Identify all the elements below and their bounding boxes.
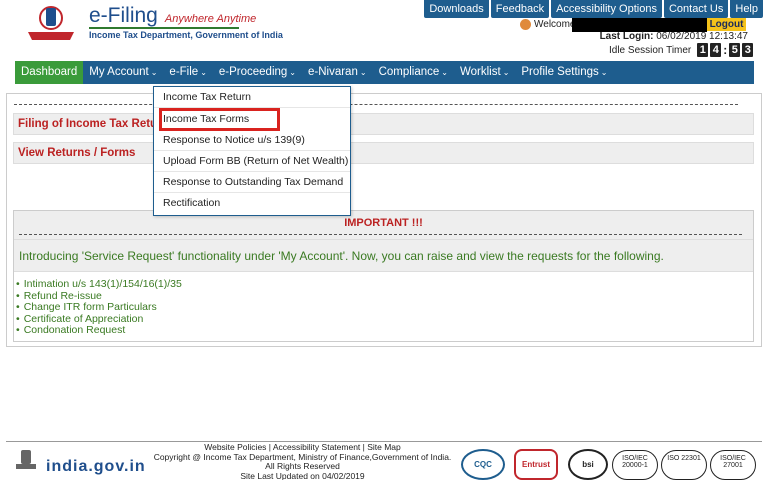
nav-worklist[interactable]: Worklist ⌄ — [454, 61, 515, 84]
section-filing-itr[interactable]: Filing of Income Tax Return — [13, 113, 754, 135]
top-nav: Downloads Feedback Accessibility Options… — [424, 0, 763, 18]
page-header: e-Filing Anywhere Anytime Income Tax Dep… — [0, 0, 768, 58]
nav-compliance[interactable]: Compliance ⌄ — [373, 61, 454, 84]
welcome-area: Welcome — [520, 19, 576, 30]
nav-my-account[interactable]: My Account ⌄ — [83, 61, 163, 84]
iso-22301-certification-icon: ISO 22301 — [661, 450, 707, 480]
idle-digit: 4 — [710, 43, 722, 57]
user-icon — [520, 19, 531, 30]
idle-session-timer: Idle Session Timer 1 4 : 5 3 — [609, 43, 754, 57]
footer-logo-text: india.gov.in — [46, 458, 146, 475]
main-nav: Dashboard My Account ⌄ e-File ⌄ e-Proceedi… — [15, 61, 754, 84]
brand-subtitle: Income Tax Department, Government of Ind… — [89, 30, 283, 40]
topnav-accessibility-options[interactable]: Accessibility Options — [551, 0, 662, 18]
nav-dashboard[interactable]: Dashboard — [15, 61, 84, 84]
list-item: Change ITR form Particulars — [16, 301, 182, 314]
idle-timer-label: Idle Session Timer — [609, 44, 692, 56]
cqc-certification-icon: CQC — [461, 449, 505, 480]
content-divider — [14, 104, 738, 105]
last-login-value: 06/02/2019 12:13:47 — [656, 31, 748, 42]
brand-block: e-Filing Anywhere Anytime — [89, 4, 256, 28]
chevron-down-icon: ⌄ — [150, 68, 158, 77]
brand-tagline: Anywhere Anytime — [164, 13, 257, 25]
important-notice: IMPORTANT !!! Introducing 'Service Reque… — [13, 210, 754, 342]
welcome-label: Welcome — [534, 19, 576, 30]
topnav-feedback[interactable]: Feedback — [490, 0, 550, 18]
idle-digit: 5 — [729, 43, 741, 57]
nav-profile-settings[interactable]: Profile Settings ⌄ — [515, 61, 613, 84]
brand-divider — [89, 27, 239, 29]
service-request-list: Intimation u/s 143(1)/154/16(1)/35 Refun… — [16, 278, 182, 337]
nav-dashboard-label: Dashboard — [21, 66, 78, 78]
nav-profile-settings-label: Profile Settings — [521, 66, 599, 78]
nav-e-proceeding-label: e-Proceeding — [218, 66, 288, 78]
last-login-label: Last Login: — [599, 31, 654, 42]
logout-button[interactable]: Logout — [707, 18, 746, 31]
footer-text: Website Policies | Accessibility Stateme… — [150, 442, 455, 480]
entrust-certification-icon: Entrust — [514, 449, 558, 480]
dropdown-item-income-tax-forms[interactable]: Income Tax Forms — [159, 108, 280, 131]
redacted-username — [572, 18, 707, 32]
last-login: Last Login: 06/02/2019 12:13:47 — [600, 31, 748, 42]
chevron-down-icon: ⌄ — [441, 68, 448, 77]
income-tax-emblem-icon — [28, 6, 74, 40]
dropdown-item-upload-form-bb[interactable]: Upload Form BB (Return of Net Wealth) — [154, 151, 350, 172]
chevron-down-icon: ⌄ — [600, 68, 608, 77]
dropdown-item-rectification[interactable]: Rectification — [154, 193, 350, 214]
iso-27001-certification-icon: ISO/IEC 27001 — [710, 450, 756, 480]
national-emblem-icon — [16, 450, 36, 469]
topnav-help[interactable]: Help — [730, 0, 763, 18]
iso-20000-certification-icon: ISO/IEC 20000-1 — [612, 450, 658, 480]
idle-digit: 3 — [742, 43, 754, 57]
nav-compliance-label: Compliance — [378, 66, 440, 78]
idle-colon: : — [723, 43, 728, 57]
nav-e-nivaran[interactable]: e-Nivaran ⌄ — [302, 61, 373, 84]
nav-e-proceeding[interactable]: e-Proceeding ⌄ — [213, 61, 302, 84]
list-item: Condonation Request — [16, 324, 182, 337]
topnav-contact-us[interactable]: Contact Us — [663, 0, 729, 18]
list-item: Intimation u/s 143(1)/154/16(1)/35 — [16, 278, 182, 291]
nav-e-file[interactable]: e-File ⌄ — [163, 61, 212, 84]
nav-e-file-label: e-File — [169, 66, 199, 78]
bsi-certification-icon: bsi — [568, 449, 608, 480]
chevron-down-icon: ⌄ — [200, 68, 207, 77]
chevron-down-icon: ⌄ — [359, 68, 367, 77]
footer-updated: Site Last Updated on 04/02/2019 — [240, 470, 365, 480]
dropdown-item-response-notice[interactable]: Response to Notice u/s 139(9) — [154, 130, 350, 151]
chevron-down-icon: ⌄ — [502, 68, 510, 77]
topnav-downloads[interactable]: Downloads — [424, 0, 489, 18]
dropdown-item-income-tax-return[interactable]: Income Tax Return — [154, 87, 350, 108]
important-intro: Introducing 'Service Request' functional… — [14, 239, 753, 272]
dropdown-item-outstanding-demand[interactable]: Response to Outstanding Tax Demand — [154, 172, 350, 193]
nav-worklist-label: Worklist — [460, 66, 501, 78]
important-divider — [19, 234, 742, 235]
nav-my-account-label: My Account — [89, 66, 149, 78]
nav-e-nivaran-label: e-Nivaran — [308, 66, 358, 78]
section-view-returns[interactable]: View Returns / Forms — [13, 142, 754, 164]
idle-digit: 1 — [697, 43, 709, 57]
chevron-down-icon: ⌄ — [289, 68, 296, 77]
brand-title: e-Filing — [89, 4, 158, 27]
e-file-dropdown: Income Tax Return Income Tax Forms Respo… — [153, 86, 351, 216]
